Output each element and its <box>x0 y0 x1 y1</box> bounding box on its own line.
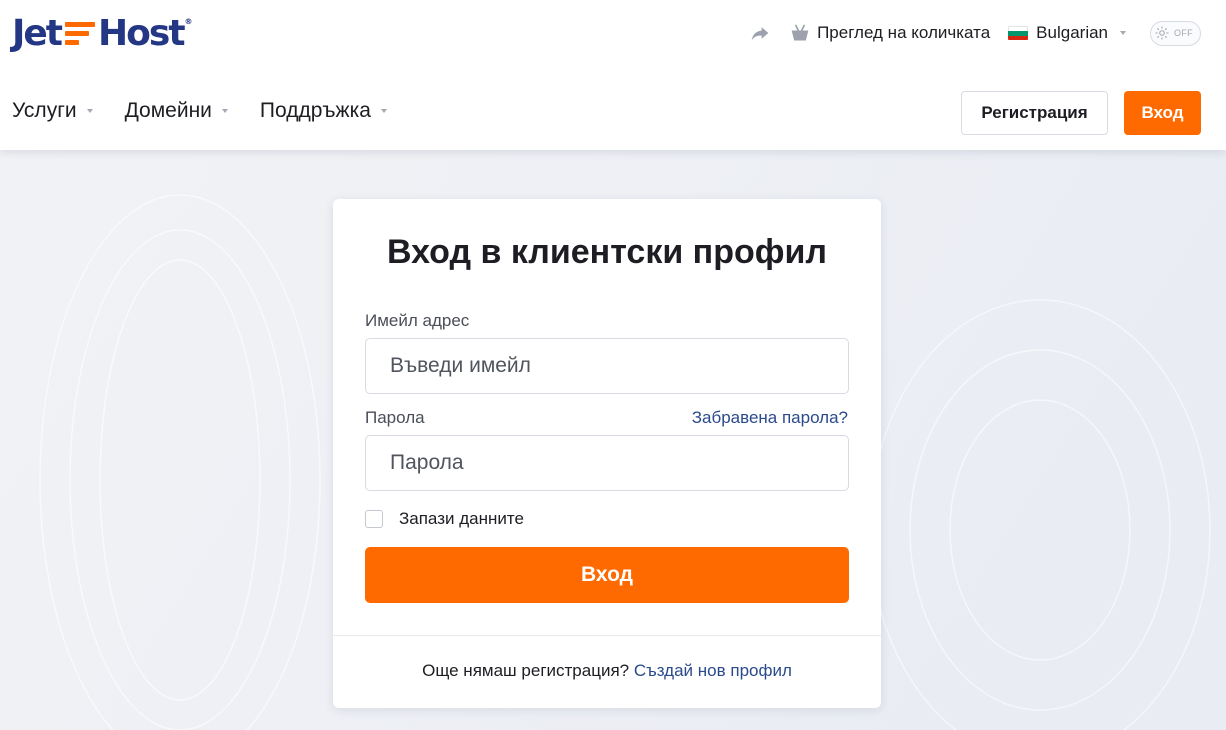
remember-me-label: Запази данните <box>399 509 524 528</box>
login-title: Вход в клиентски профил <box>386 233 828 271</box>
logo-speed-lines-icon <box>65 21 96 45</box>
email-label: Имейл адрес <box>365 311 470 330</box>
share-arrow-icon[interactable] <box>750 23 770 43</box>
create-account-link[interactable]: Създай нов профил <box>634 661 792 680</box>
view-cart-link[interactable]: Преглед на количката <box>817 23 990 43</box>
logo-text-jet: Jet <box>12 12 63 54</box>
bulgarian-flag-icon <box>1008 26 1029 40</box>
login-card: Вход в клиентски профил Имейл адрес Паро… <box>333 199 881 708</box>
language-label: Bulgarian <box>1036 23 1108 42</box>
jethost-logo[interactable]: Jet Host ® <box>12 12 193 54</box>
nav-item-label: Поддръжка <box>259 99 371 122</box>
toggle-state-label: OFF <box>1174 28 1193 38</box>
logo-registered-mark: ® <box>184 17 193 26</box>
dark-mode-toggle[interactable]: OFF <box>1150 20 1201 46</box>
chevron-down-icon <box>1120 31 1126 35</box>
language-selector[interactable]: Bulgarian <box>1008 23 1126 43</box>
nav-item-label: Услуги <box>12 99 77 122</box>
card-divider <box>333 635 881 636</box>
nav-item-domains[interactable]: Домейни <box>125 99 228 123</box>
logo-text-host: Host <box>98 12 185 54</box>
top-utility-bar: Преглед на количката Bulgarian OFF <box>750 20 1201 46</box>
register-button[interactable]: Регистрация <box>961 91 1108 135</box>
chevron-down-icon <box>221 109 228 113</box>
chevron-down-icon <box>380 109 387 113</box>
login-submit-button[interactable]: Вход <box>365 547 849 603</box>
password-label: Парола <box>365 408 425 427</box>
signup-prompt: Още нямаш регистрация? Създай нов профил <box>333 661 881 681</box>
password-input[interactable] <box>365 435 849 491</box>
basket-icon <box>791 24 809 41</box>
remember-me-option[interactable]: Запази данните <box>365 509 524 529</box>
email-input[interactable] <box>365 338 849 394</box>
nav-item-support[interactable]: Поддръжка <box>260 99 387 123</box>
site-header: Jet Host ® Преглед на количката Bulgaria… <box>0 0 1226 150</box>
nav-item-label: Домейни <box>124 99 212 122</box>
forgot-password-link[interactable]: Забравена парола? <box>692 408 848 428</box>
signup-prompt-text: Още нямаш регистрация? <box>422 661 630 680</box>
header-login-button[interactable]: Вход <box>1124 91 1201 135</box>
nav-item-services[interactable]: Услуги <box>12 99 93 123</box>
sun-icon <box>1155 26 1169 40</box>
remember-me-checkbox[interactable] <box>365 510 383 528</box>
main-nav: Услуги Домейни Поддръжка <box>12 99 419 123</box>
chevron-down-icon <box>86 109 93 113</box>
